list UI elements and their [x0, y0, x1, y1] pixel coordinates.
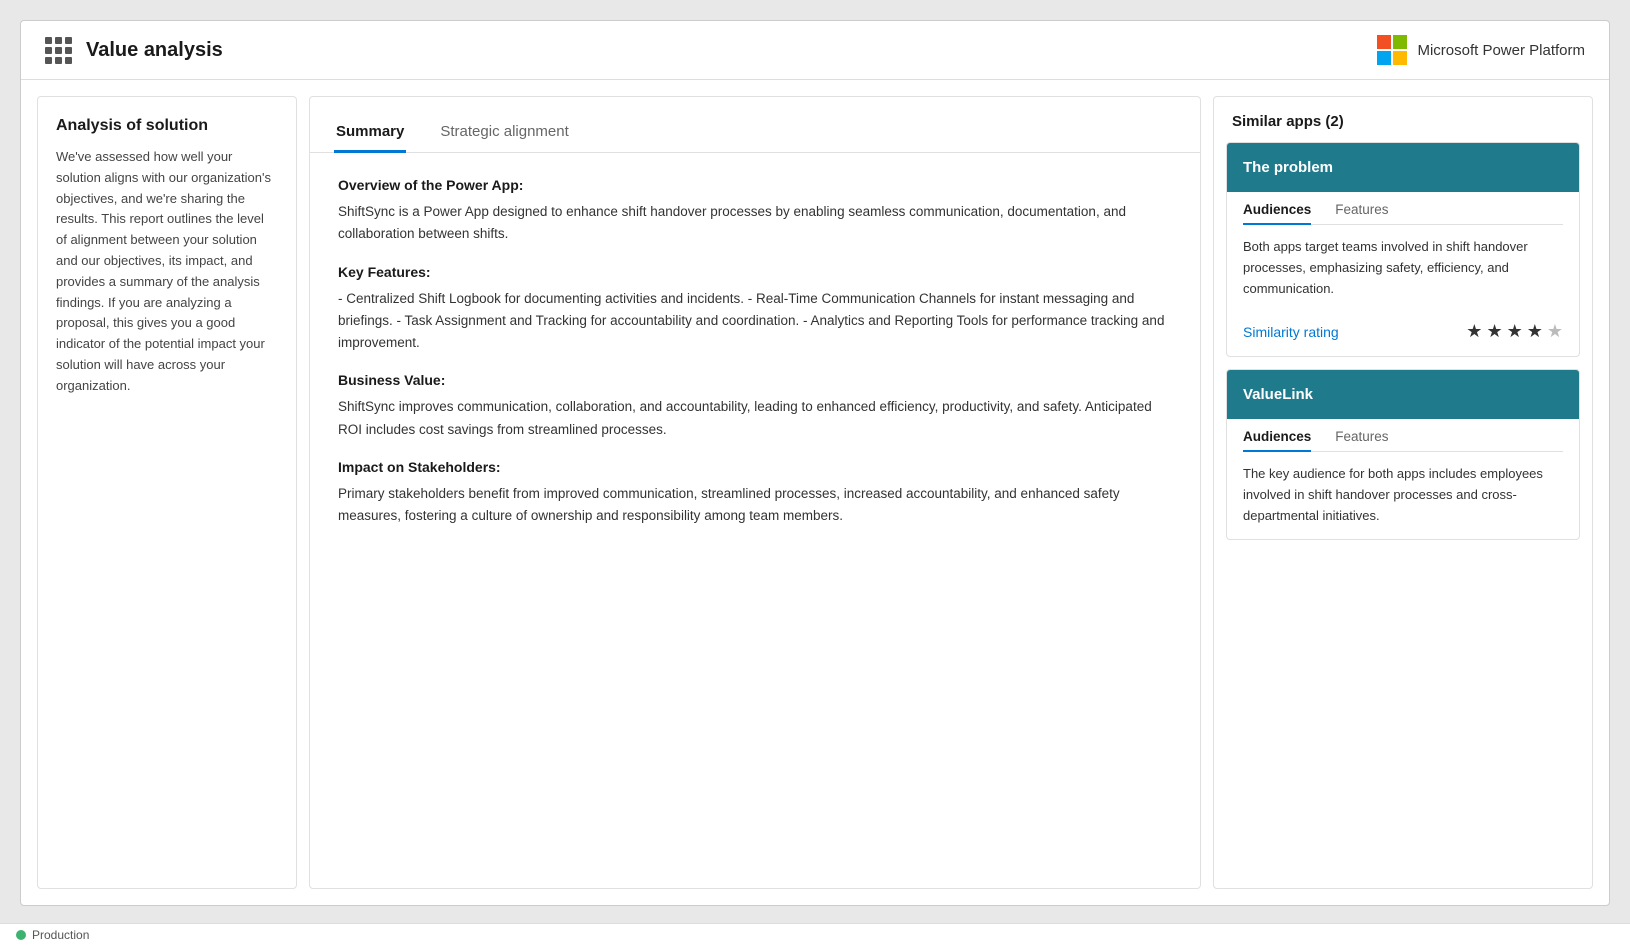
- ms-logo: Microsoft Power Platform: [1377, 35, 1585, 65]
- section2-text: - Centralized Shift Logbook for document…: [338, 288, 1172, 355]
- app1-stars: ★ ★ ★ ★ ★: [1466, 321, 1563, 342]
- header-left: Value analysis: [45, 37, 223, 64]
- section3-text: ShiftSync improves communication, collab…: [338, 396, 1172, 441]
- section2-heading: Key Features:: [338, 264, 1172, 280]
- status-indicator-dot: [16, 930, 26, 940]
- star-1: ★: [1466, 321, 1482, 342]
- app1-audiences-text: Both apps target teams involved in shift…: [1243, 237, 1563, 299]
- app1-tabs-row: Audiences Features: [1243, 192, 1563, 225]
- middle-panel: Summary Strategic alignment Overview of …: [309, 96, 1201, 889]
- app-shell: Value analysis Microsoft Power Platform …: [20, 20, 1610, 906]
- left-panel: Analysis of solution We've assessed how …: [37, 96, 297, 889]
- footer-bar: Production: [0, 923, 1630, 946]
- section4-heading: Impact on Stakeholders:: [338, 459, 1172, 475]
- similar-apps-title: Similar apps (2): [1214, 97, 1592, 142]
- tabs-row: Summary Strategic alignment: [310, 97, 1200, 153]
- tab-content-summary: Overview of the Power App: ShiftSync is …: [310, 153, 1200, 888]
- section1-heading: Overview of the Power App:: [338, 177, 1172, 193]
- similar-app-card-1: The problem Audiences Features Both apps…: [1226, 142, 1580, 357]
- star-5: ★: [1547, 321, 1563, 342]
- app1-header: The problem: [1227, 143, 1579, 192]
- app1-tab-features[interactable]: Features: [1335, 202, 1388, 225]
- status-label: Production: [32, 928, 89, 942]
- app2-tabs-row: Audiences Features: [1243, 419, 1563, 452]
- tab-strategic-alignment[interactable]: Strategic alignment: [438, 113, 570, 153]
- ms-platform-label: Microsoft Power Platform: [1417, 42, 1585, 59]
- tab-summary[interactable]: Summary: [334, 113, 406, 153]
- section4-text: Primary stakeholders benefit from improv…: [338, 483, 1172, 528]
- ms-squares-icon: [1377, 35, 1407, 65]
- left-panel-title: Analysis of solution: [56, 117, 278, 135]
- app-title: Value analysis: [86, 39, 223, 62]
- star-2: ★: [1486, 321, 1502, 342]
- right-panel: Similar apps (2) The problem Audiences F…: [1213, 96, 1593, 889]
- section3-heading: Business Value:: [338, 372, 1172, 388]
- app2-tab-audiences[interactable]: Audiences: [1243, 429, 1311, 452]
- app1-similarity-row: Similarity rating ★ ★ ★ ★ ★: [1227, 311, 1579, 356]
- header-bar: Value analysis Microsoft Power Platform: [21, 21, 1609, 80]
- star-4: ★: [1527, 321, 1543, 342]
- left-panel-text: We've assessed how well your solution al…: [56, 147, 278, 397]
- waffle-icon[interactable]: [45, 37, 72, 64]
- app2-header: ValueLink: [1227, 370, 1579, 419]
- app1-body: Audiences Features Both apps target team…: [1227, 192, 1579, 311]
- app2-audiences-text: The key audience for both apps includes …: [1243, 464, 1563, 526]
- app1-tab-audiences[interactable]: Audiences: [1243, 202, 1311, 225]
- section1-text: ShiftSync is a Power App designed to enh…: [338, 201, 1172, 246]
- similar-app-card-2: ValueLink Audiences Features The key aud…: [1226, 369, 1580, 539]
- app1-similarity-label: Similarity rating: [1243, 324, 1339, 340]
- app2-body: Audiences Features The key audience for …: [1227, 419, 1579, 538]
- main-content: Analysis of solution We've assessed how …: [21, 80, 1609, 905]
- star-3: ★: [1507, 321, 1523, 342]
- app2-tab-features[interactable]: Features: [1335, 429, 1388, 452]
